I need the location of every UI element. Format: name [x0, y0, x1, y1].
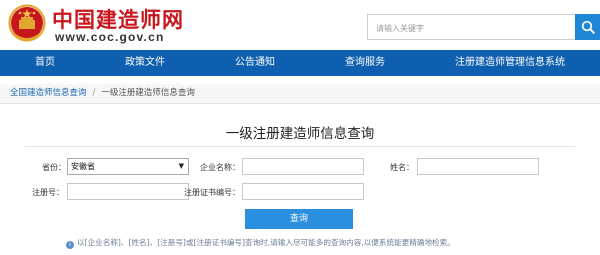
- company-name-input[interactable]: [242, 158, 364, 175]
- nav-item-notices[interactable]: 公告通知: [200, 50, 310, 76]
- query-hint-text: 以[企业名称]、[姓名]、[注册号]或[注册证书编号]查询时,请输入尽可能多的查…: [77, 238, 455, 247]
- site-header: 中国建造师网 www.coc.gov.cn: [0, 0, 600, 50]
- nav-item-query[interactable]: 查询服务: [310, 50, 420, 76]
- nav-item-policy[interactable]: 政策文件: [90, 50, 200, 76]
- cert-no-label: 注册证书编号：: [184, 188, 240, 197]
- breadcrumb-current: 一级注册建造师信息查询: [101, 88, 195, 98]
- company-label: 企业名称：: [200, 163, 240, 172]
- national-emblem-icon: [8, 4, 46, 42]
- page-title: 一级注册建造师信息查询: [225, 126, 375, 142]
- search-button[interactable]: [575, 14, 600, 40]
- info-icon: i: [66, 241, 74, 249]
- province-label: 省份：: [42, 163, 66, 172]
- nav-item-management-system[interactable]: 注册建造师管理信息系统: [420, 50, 600, 76]
- caret-down-icon: ▼: [178, 162, 184, 170]
- breadcrumb-separator: /: [92, 88, 96, 98]
- breadcrumb: 全国建造师信息查询 / 一级注册建造师信息查询: [0, 84, 600, 104]
- search-icon: [581, 20, 595, 34]
- search-input[interactable]: [374, 16, 568, 40]
- province-select-value: 安徽省: [71, 162, 95, 171]
- nav-item-home[interactable]: 首页: [0, 50, 90, 76]
- main-nav: 首页 政策文件 公告通知 查询服务 注册建造师管理信息系统: [0, 50, 600, 76]
- breadcrumb-home-link[interactable]: 全国建造师信息查询: [10, 88, 87, 98]
- name-input[interactable]: [417, 158, 539, 175]
- query-button[interactable]: 查询: [245, 209, 353, 229]
- reg-no-label: 注册号：: [32, 188, 64, 197]
- search-box: [367, 14, 575, 40]
- name-label: 姓名：: [390, 163, 414, 172]
- title-divider: [25, 146, 575, 147]
- site-url: www.coc.gov.cn: [55, 30, 165, 44]
- province-select[interactable]: 安徽省 ▼: [67, 158, 189, 175]
- cert-no-input[interactable]: [242, 183, 364, 200]
- reg-no-input[interactable]: [67, 183, 189, 200]
- query-hint: i 以[企业名称]、[姓名]、[注册号]或[注册证书编号]查询时,请输入尽可能多的…: [66, 237, 455, 249]
